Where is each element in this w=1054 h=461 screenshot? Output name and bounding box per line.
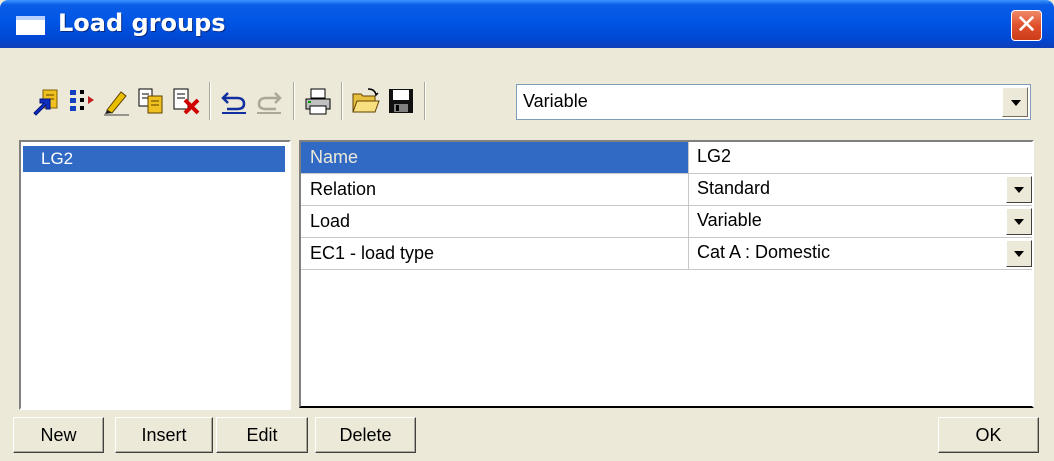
toolbar-separator: [209, 82, 211, 120]
insert-button[interactable]: Insert: [115, 417, 213, 453]
title-bar[interactable]: Load groups ✕: [0, 0, 1054, 48]
property-value[interactable]: LG2: [689, 142, 1032, 173]
redo-icon: [254, 86, 284, 116]
copy-icon[interactable]: [136, 86, 166, 116]
load-type-combo[interactable]: Variable: [516, 84, 1031, 120]
toolbar-separator: [341, 82, 343, 120]
combo-dropdown-button[interactable]: [1002, 87, 1028, 117]
property-value[interactable]: Cat A : Domestic: [689, 238, 1032, 269]
add-arrow-icon[interactable]: [31, 86, 61, 116]
property-value[interactable]: Standard: [689, 174, 1032, 205]
property-grid: Name LG2 Relation Standard Load Variable…: [299, 140, 1034, 408]
print-icon[interactable]: [303, 86, 333, 116]
dropdown-button[interactable]: [1006, 176, 1032, 203]
dropdown-button[interactable]: [1006, 208, 1032, 235]
property-name[interactable]: EC1 - load type: [301, 238, 689, 269]
property-row-relation[interactable]: Relation Standard: [301, 174, 1032, 206]
dropdown-button[interactable]: [1006, 240, 1032, 267]
save-icon[interactable]: [386, 86, 416, 116]
property-row-name[interactable]: Name LG2: [301, 142, 1032, 174]
splitter[interactable]: [291, 140, 299, 410]
combo-value: Variable: [523, 91, 588, 111]
list-item[interactable]: LG2: [23, 146, 285, 172]
property-value[interactable]: Variable: [689, 206, 1032, 237]
window-title: Load groups: [58, 9, 226, 37]
property-name[interactable]: Relation: [301, 174, 689, 205]
property-row-ec1-load-type[interactable]: EC1 - load type Cat A : Domestic: [301, 238, 1032, 270]
edit-button[interactable]: Edit: [216, 417, 308, 453]
property-name[interactable]: Name: [301, 142, 689, 173]
open-folder-icon[interactable]: [351, 86, 381, 116]
property-value-text: Cat A : Domestic: [697, 242, 831, 262]
load-groups-dialog: Load groups ✕ Variable LG2 Name LG2 Rela…: [0, 0, 1054, 461]
property-value-text: Variable: [697, 210, 762, 230]
close-button[interactable]: ✕: [1011, 10, 1042, 41]
toolbar-separator: [293, 82, 295, 120]
window-icon: [16, 16, 45, 35]
property-value-text: Standard: [697, 178, 771, 198]
delete-icon[interactable]: [171, 86, 201, 116]
ok-button[interactable]: OK: [938, 417, 1039, 453]
load-group-list[interactable]: LG2: [19, 140, 291, 410]
undo-icon[interactable]: [219, 86, 249, 116]
edit-pencil-icon[interactable]: [101, 86, 131, 116]
delete-button[interactable]: Delete: [315, 417, 416, 453]
property-row-load[interactable]: Load Variable: [301, 206, 1032, 238]
insert-icon[interactable]: [66, 86, 96, 116]
new-button[interactable]: New: [13, 417, 104, 453]
property-name[interactable]: Load: [301, 206, 689, 237]
toolbar-separator: [424, 82, 426, 120]
